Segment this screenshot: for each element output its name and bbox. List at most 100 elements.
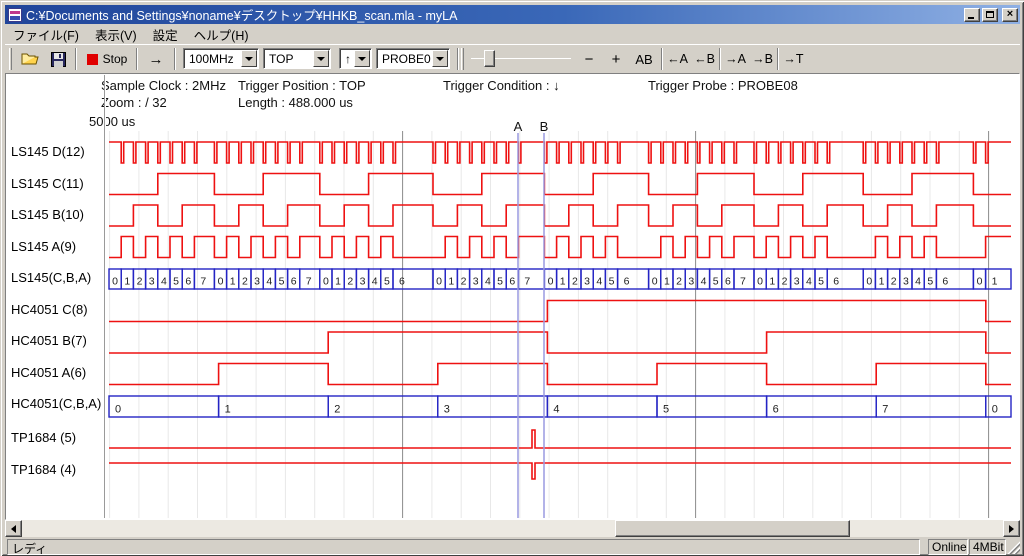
bus-ls145-value: 5: [173, 276, 179, 288]
status-memory: 4MBit: [969, 539, 1006, 555]
bus-ls145-value: 1: [879, 276, 885, 288]
bus-ls145-value: 6: [833, 276, 839, 288]
trace-hc4051-c: [109, 301, 1011, 322]
bus-ls145-value: 2: [572, 276, 578, 288]
bus-ls145-value: 2: [782, 276, 788, 288]
bus-ls145-value: 5: [927, 276, 933, 288]
bus-ls145-value: 4: [915, 276, 921, 288]
bus-ls145-value: 5: [279, 276, 285, 288]
bus-ls145-value: 1: [124, 276, 130, 288]
resize-grip[interactable]: [1007, 541, 1020, 554]
bus-ls145-value: 0: [757, 276, 763, 288]
bus-ls145-value: 6: [509, 276, 515, 288]
bus-ls145-value: 1: [769, 276, 775, 288]
bus-ls145-value: 4: [596, 276, 602, 288]
bus-ls145-value: 0: [436, 276, 442, 288]
trace-hc4051-a: [109, 364, 1011, 385]
bus-hc4051: [547, 396, 657, 417]
bus-ls145-value: 0: [977, 276, 983, 288]
trace-hc4051-b: [109, 332, 1011, 353]
bus-ls145-value: 6: [624, 276, 630, 288]
bus-ls145-value: 6: [725, 276, 731, 288]
trace-ls145-c: [109, 174, 1011, 195]
horizontal-scrollbar[interactable]: [5, 520, 1020, 537]
status-message: レディ: [7, 539, 920, 555]
right-arrow-icon: [1009, 525, 1014, 533]
bus-ls145-value: 1: [335, 276, 341, 288]
bus-ls145-value: 3: [473, 276, 479, 288]
bus-ls145-value: 7: [306, 276, 312, 288]
bus-ls145-value: 2: [242, 276, 248, 288]
bus-ls145-value: 0: [652, 276, 658, 288]
bus-ls145-value: 4: [161, 276, 167, 288]
scroll-left-button[interactable]: [5, 520, 22, 537]
bus-ls145-value: 5: [384, 276, 390, 288]
bus-ls145-value: 3: [584, 276, 590, 288]
bus-ls145-value: 6: [185, 276, 191, 288]
bus-ls145-value: 1: [560, 276, 566, 288]
bus-ls145-value: 0: [323, 276, 329, 288]
bus-ls145-value: 3: [360, 276, 366, 288]
bus-ls145-value: 2: [461, 276, 467, 288]
bus-ls145-value: 6: [399, 276, 405, 288]
bus-ls145-value: 4: [701, 276, 707, 288]
bus-ls145-value: 5: [497, 276, 503, 288]
bus-hc4051-value: 1: [225, 404, 231, 416]
bus-ls145-value: 4: [485, 276, 491, 288]
trace-tp1684-5: [109, 430, 1011, 448]
bus-hc4051-value: 2: [334, 404, 340, 416]
bus-ls145-value: 4: [372, 276, 378, 288]
bus-hc4051: [328, 396, 438, 417]
bus-ls145-value: 0: [112, 276, 118, 288]
bus-hc4051: [438, 396, 548, 417]
bus-ls145-value: 6: [942, 276, 948, 288]
bus-ls145: [518, 269, 544, 289]
bus-ls145-value: 7: [200, 276, 206, 288]
bus-ls145-value: 2: [137, 276, 143, 288]
bus-ls145-value: 1: [230, 276, 236, 288]
bus-ls145-value: 2: [676, 276, 682, 288]
bus-hc4051-value: 0: [992, 404, 998, 416]
bus-ls145-value: 2: [891, 276, 897, 288]
bus-ls145-value: 3: [794, 276, 800, 288]
bus-hc4051-value: 6: [773, 404, 779, 416]
bus-ls145-value: 7: [524, 276, 530, 288]
bus-hc4051-value: 4: [553, 404, 559, 416]
bus-hc4051: [657, 396, 767, 417]
scroll-right-button[interactable]: [1003, 520, 1020, 537]
bus-hc4051-value: 3: [444, 404, 450, 416]
trace-tp1684-4: [109, 463, 1011, 479]
bus-ls145-value: 3: [688, 276, 694, 288]
bus-hc4051-value: 7: [882, 404, 888, 416]
app-window: C:¥Documents and Settings¥noname¥デスクトップ¥…: [0, 0, 1024, 556]
bus-ls145-value: 3: [903, 276, 909, 288]
status-bar: レディ Online 4MBit: [5, 539, 1020, 555]
status-online: Online: [928, 539, 968, 555]
bus-hc4051: [986, 396, 1011, 417]
bus-ls145-value: 5: [818, 276, 824, 288]
scrollbar-thumb[interactable]: [615, 520, 850, 537]
bus-ls145-value: 0: [866, 276, 872, 288]
bus-ls145-value: 1: [448, 276, 454, 288]
bus-hc4051: [109, 396, 219, 417]
waveform-display[interactable]: 0123456701234567012345601234567012345601…: [1, 1, 1024, 556]
bus-hc4051-value: 0: [115, 404, 121, 416]
bus-ls145: [618, 269, 649, 289]
bus-ls145-value: 2: [347, 276, 353, 288]
bus-hc4051: [876, 396, 986, 417]
left-arrow-icon: [11, 525, 16, 533]
bus-ls145-value: 1: [664, 276, 670, 288]
bus-ls145-value: 7: [740, 276, 746, 288]
trace-ls145-b: [109, 205, 1011, 226]
bus-ls145-value: 1: [992, 276, 998, 288]
bus-ls145-value: 0: [218, 276, 224, 288]
bus-ls145-value: 4: [806, 276, 812, 288]
bus-ls145-value: 6: [291, 276, 297, 288]
bus-ls145: [986, 269, 1011, 289]
bus-ls145-value: 5: [609, 276, 615, 288]
bus-ls145-value: 3: [254, 276, 260, 288]
bus-ls145-value: 0: [548, 276, 554, 288]
trace-ls145-d: [109, 142, 1011, 163]
bus-hc4051: [219, 396, 329, 417]
bus-ls145-value: 3: [149, 276, 155, 288]
